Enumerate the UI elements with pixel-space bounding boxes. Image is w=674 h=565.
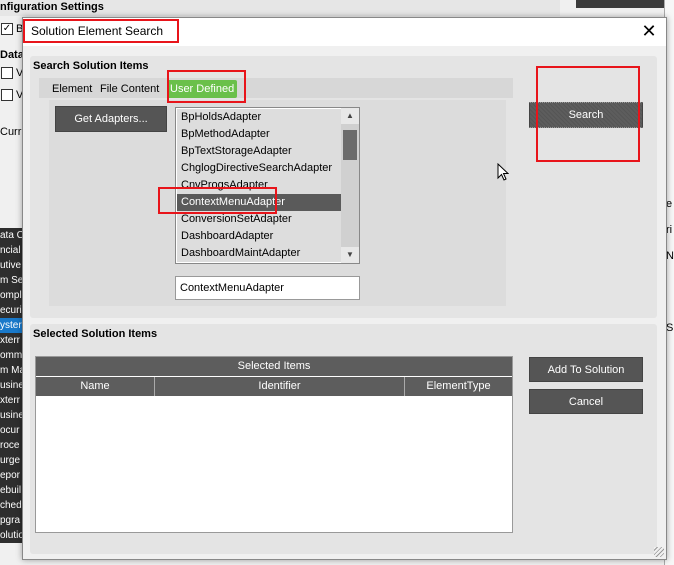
checkbox-icon[interactable]	[1, 89, 13, 101]
list-scrollbar[interactable]: ▲ ▼	[341, 108, 359, 263]
list-item[interactable]: ChglogDirectiveSearchAdapter	[177, 160, 342, 177]
side-nav-item[interactable]: m Ma	[0, 363, 22, 378]
side-nav-item[interactable]: xterr	[0, 333, 22, 348]
adapter-list[interactable]: BpHoldsAdapter BpMethodAdapter BpTextSto…	[175, 107, 360, 264]
scroll-up-arrow-icon[interactable]: ▲	[341, 108, 359, 124]
list-item[interactable]: BpMethodAdapter	[177, 126, 342, 143]
list-item[interactable]: CnvProgsAdapter	[177, 177, 342, 194]
dialog-title: Solution Element Search	[31, 24, 164, 38]
search-panel-heading: Search Solution Items	[33, 60, 149, 72]
add-to-solution-button[interactable]: Add To Solution	[529, 357, 643, 382]
side-nav-item[interactable]: urge	[0, 453, 22, 468]
side-nav-item[interactable]: roce	[0, 438, 22, 453]
background-side-nav: ata C ncial utive m Se ompl ecuri yster …	[0, 228, 22, 543]
list-item[interactable]: BpHoldsAdapter	[177, 109, 342, 126]
column-header-identifier[interactable]: Identifier	[155, 377, 405, 396]
close-icon[interactable]: ✕	[640, 21, 658, 41]
checkbox-icon[interactable]	[1, 67, 13, 79]
dialog-title-bar[interactable]: Solution Element Search ✕	[23, 18, 666, 46]
list-item-selected[interactable]: ContextMenuAdapter	[177, 194, 342, 211]
side-nav-item[interactable]: usine	[0, 408, 22, 423]
side-nav-item[interactable]: utive	[0, 258, 22, 273]
selected-adapter-field[interactable]: ContextMenuAdapter	[175, 276, 360, 300]
background-right-text: S	[666, 322, 674, 334]
side-nav-item[interactable]: ncial	[0, 243, 22, 258]
side-nav-item[interactable]: usine	[0, 378, 22, 393]
selected-items-grid[interactable]: Selected Items Name Identifier ElementTy…	[35, 356, 513, 533]
side-nav-item-selected[interactable]: yster	[0, 318, 22, 333]
resize-grip-icon[interactable]	[654, 547, 664, 557]
selected-panel-heading: Selected Solution Items	[33, 328, 158, 340]
list-item[interactable]: ConversionSetAdapter	[177, 211, 342, 228]
column-header-element-type[interactable]: ElementType	[405, 377, 512, 396]
checkbox-icon[interactable]: ✓	[1, 23, 13, 35]
side-nav-item[interactable]: ebuil	[0, 483, 22, 498]
background-title-bar-right	[576, 0, 674, 8]
column-header-name[interactable]: Name	[36, 377, 155, 396]
cancel-button[interactable]: Cancel	[529, 389, 643, 414]
background-right-text: N	[666, 250, 674, 262]
search-button[interactable]: Search	[529, 102, 643, 128]
grid-caption: Selected Items	[36, 357, 512, 376]
side-nav-item[interactable]: xterr	[0, 393, 22, 408]
side-nav-item[interactable]: m Se	[0, 273, 22, 288]
background-left-item: Curr	[0, 126, 22, 138]
grid-header-row: Name Identifier ElementType	[36, 377, 512, 396]
list-item[interactable]: DashboardAdapter	[177, 228, 342, 245]
solution-element-search-dialog: Solution Element Search ✕ Search Solutio…	[22, 17, 667, 560]
adapter-list-items: BpHoldsAdapter BpMethodAdapter BpTextSto…	[177, 109, 342, 262]
side-nav-item[interactable]: ata C	[0, 228, 22, 243]
mouse-cursor-icon	[497, 163, 509, 181]
side-nav-item[interactable]: ched	[0, 498, 22, 513]
search-tabs: Element File Content User Defined	[39, 78, 513, 98]
side-nav-item[interactable]: omm	[0, 348, 22, 363]
background-title: nfiguration Settings	[0, 0, 560, 16]
tab-file-content[interactable]: File Content	[97, 80, 162, 98]
side-nav-item[interactable]: ompl	[0, 288, 22, 303]
side-nav-item[interactable]: olution Management	[0, 528, 22, 543]
tab-element[interactable]: Element	[49, 80, 95, 98]
scroll-down-arrow-icon[interactable]: ▼	[341, 247, 359, 263]
scroll-thumb[interactable]	[343, 130, 357, 160]
get-adapters-button[interactable]: Get Adapters...	[55, 106, 167, 132]
tab-user-defined[interactable]: User Defined	[167, 80, 238, 98]
list-item[interactable]: BpTextStorageAdapter	[177, 143, 342, 160]
list-item[interactable]: DashboardMaintAdapter	[177, 245, 342, 262]
side-nav-item[interactable]: epor	[0, 468, 22, 483]
side-nav-item[interactable]: ocur	[0, 423, 22, 438]
side-nav-item[interactable]: ecuri	[0, 303, 22, 318]
side-nav-item[interactable]: pgra	[0, 513, 22, 528]
